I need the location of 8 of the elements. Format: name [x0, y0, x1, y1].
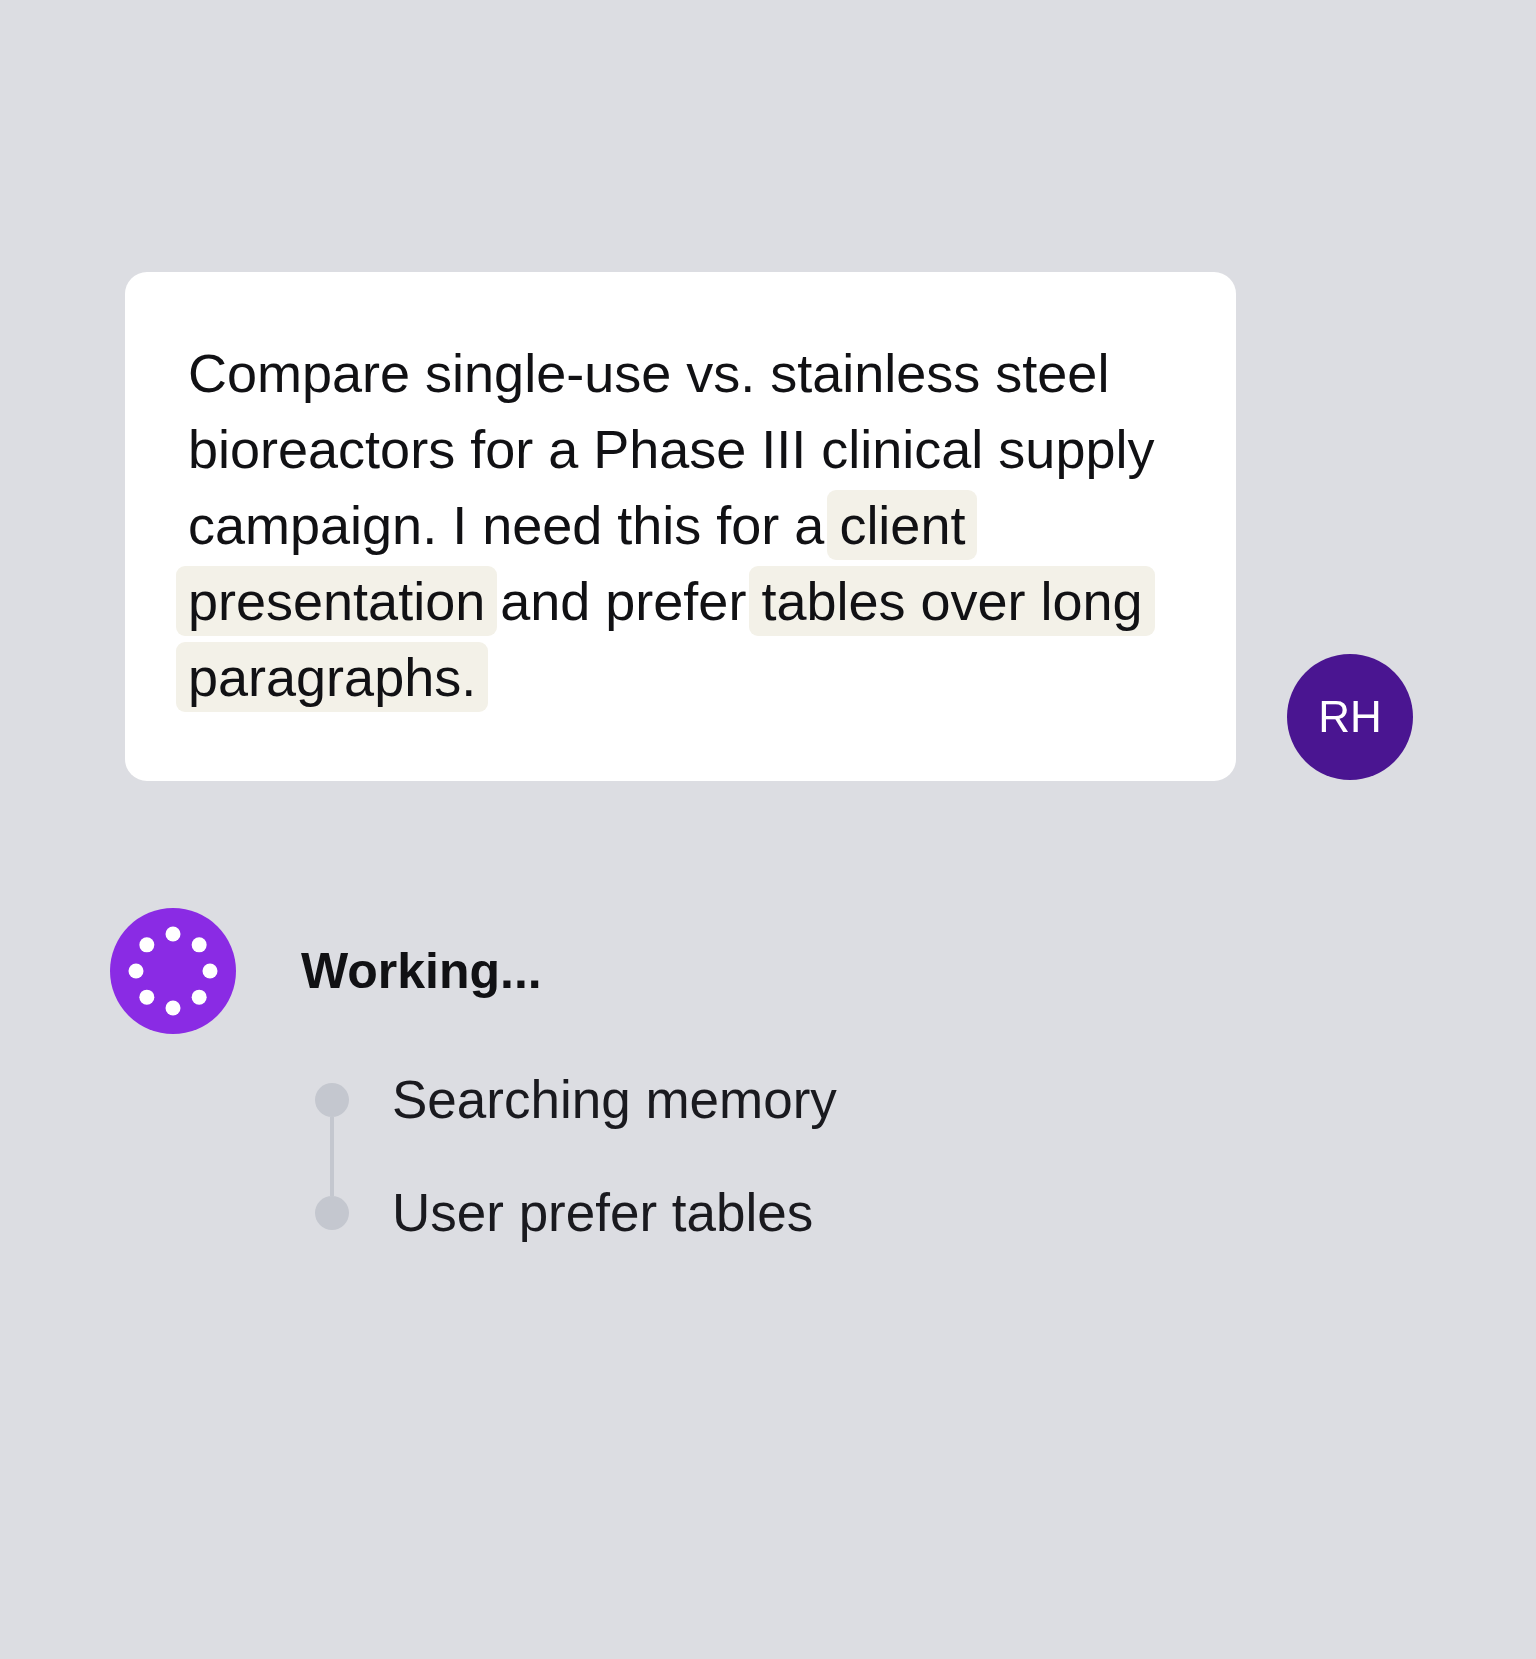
step-dot-icon	[315, 1196, 349, 1230]
step-dot-icon	[315, 1083, 349, 1117]
step-text: Searching memory	[392, 1072, 837, 1128]
spinner-icon	[110, 908, 236, 1034]
message-text: Compare single-use vs. stainless steel bioreactors for a Phase III clinical supply campaign. I need this for a client presentation and prefer tables over long paragraphs.	[174, 335, 1188, 715]
status-text: Working...	[301, 942, 542, 1001]
step-text: User prefer tables	[392, 1185, 814, 1241]
user-avatar: RH	[1287, 654, 1413, 780]
